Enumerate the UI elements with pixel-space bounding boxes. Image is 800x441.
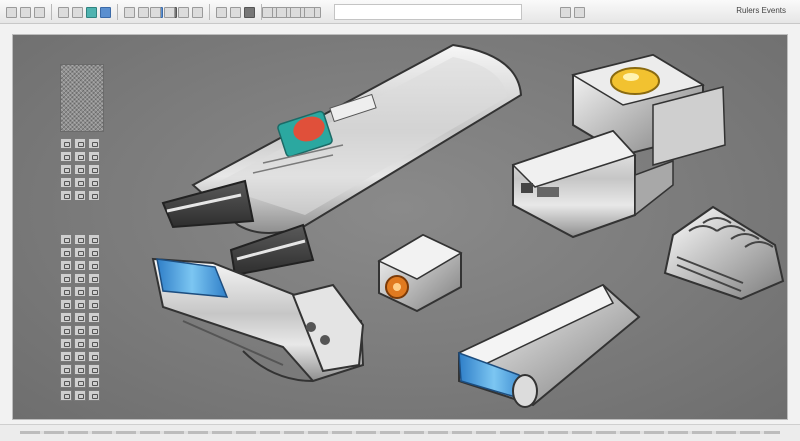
tool-icon[interactable] — [74, 273, 86, 284]
usb-flash-drive[interactable] — [161, 43, 523, 277]
copy-button[interactable] — [72, 7, 83, 18]
tool-icon[interactable] — [88, 390, 100, 401]
tool-icon[interactable] — [60, 234, 72, 245]
tool-icon[interactable] — [88, 364, 100, 375]
tool-icon[interactable] — [60, 138, 72, 149]
tool-icon[interactable] — [74, 247, 86, 258]
tool-icon[interactable] — [74, 151, 86, 162]
tool-icon[interactable] — [60, 247, 72, 258]
save-button[interactable] — [34, 7, 45, 18]
battery-module[interactable] — [457, 283, 641, 408]
tool-icon[interactable] — [88, 377, 100, 388]
ungroup-button[interactable] — [230, 7, 241, 18]
tool-icon[interactable] — [88, 286, 100, 297]
tool-icon[interactable] — [88, 299, 100, 310]
redo-button[interactable] — [138, 7, 149, 18]
toolbar-input-field[interactable] — [334, 4, 522, 20]
layer-button[interactable] — [100, 7, 111, 18]
tool-icon[interactable] — [88, 190, 100, 201]
measure-button[interactable] — [560, 7, 571, 18]
tool-icon[interactable] — [74, 364, 86, 375]
group-button[interactable] — [216, 7, 227, 18]
tool-icon[interactable] — [88, 325, 100, 336]
pattern-swatch-icon[interactable] — [60, 64, 104, 132]
tool-icon[interactable] — [60, 260, 72, 271]
tool-icon[interactable] — [74, 164, 86, 175]
lens-icon — [610, 67, 660, 95]
toolbar-group-extra — [560, 4, 585, 20]
tool-icon[interactable] — [74, 312, 86, 323]
toolbar-right-label: Rulers Events — [736, 6, 786, 15]
small-connector-block[interactable] — [377, 233, 463, 313]
tool-icon[interactable] — [60, 190, 72, 201]
camera-module[interactable] — [511, 53, 726, 239]
tool-icon[interactable] — [60, 312, 72, 323]
drawing-canvas[interactable] — [12, 34, 788, 420]
tool-icon[interactable] — [88, 151, 100, 162]
tool-icon[interactable] — [60, 151, 72, 162]
tool-icon[interactable] — [74, 190, 86, 201]
tool-icon[interactable] — [60, 273, 72, 284]
view-2d-button[interactable] — [262, 7, 273, 18]
align-center-button[interactable] — [164, 7, 175, 18]
canvas-artwork — [151, 43, 785, 408]
tool-icon[interactable] — [74, 260, 86, 271]
status-bar — [0, 424, 800, 441]
new-file-button[interactable] — [6, 7, 17, 18]
tool-icon[interactable] — [88, 234, 100, 245]
tool-icon[interactable] — [74, 390, 86, 401]
tool-icon[interactable] — [88, 338, 100, 349]
align-left-button[interactable] — [150, 7, 161, 18]
tool-grid-bottom — [60, 234, 100, 401]
tool-icon[interactable] — [60, 338, 72, 349]
tool-grid-top — [60, 138, 100, 201]
undo-button[interactable] — [124, 7, 135, 18]
cut-button[interactable] — [58, 7, 69, 18]
microchip-component[interactable] — [663, 205, 785, 301]
clip-connector[interactable] — [151, 257, 365, 383]
toolbar-separator — [117, 4, 118, 20]
app-toolbar: Rulers Events — [0, 0, 800, 24]
tool-icon[interactable] — [88, 351, 100, 362]
snap-button[interactable] — [574, 7, 585, 18]
toolbar-group-view — [262, 4, 315, 20]
port-icon — [521, 183, 533, 193]
tool-icon[interactable] — [60, 177, 72, 188]
tool-icon[interactable] — [88, 177, 100, 188]
view-3d-button[interactable] — [276, 7, 287, 18]
status-strip — [20, 431, 780, 434]
tool-icon[interactable] — [74, 325, 86, 336]
tool-icon[interactable] — [60, 377, 72, 388]
tool-icon[interactable] — [60, 390, 72, 401]
tool-icon[interactable] — [88, 164, 100, 175]
tool-icon[interactable] — [74, 138, 86, 149]
tool-icon[interactable] — [60, 351, 72, 362]
tool-icon[interactable] — [60, 364, 72, 375]
tool-icon[interactable] — [74, 177, 86, 188]
tool-icon[interactable] — [74, 377, 86, 388]
tool-icon[interactable] — [74, 338, 86, 349]
tool-icon[interactable] — [60, 286, 72, 297]
arrange-button[interactable] — [244, 7, 255, 18]
tool-icon[interactable] — [60, 164, 72, 175]
align-right-button[interactable] — [178, 7, 189, 18]
render-button[interactable] — [290, 7, 301, 18]
open-file-button[interactable] — [20, 7, 31, 18]
tool-icon[interactable] — [60, 299, 72, 310]
toolbar-separator — [51, 4, 52, 20]
tool-icon[interactable] — [60, 325, 72, 336]
tool-icon[interactable] — [88, 247, 100, 258]
tool-icon[interactable] — [88, 138, 100, 149]
toolbar-separator — [209, 4, 210, 20]
tool-icon[interactable] — [88, 260, 100, 271]
tool-icon[interactable] — [74, 299, 86, 310]
tool-icon[interactable] — [88, 273, 100, 284]
distribute-button[interactable] — [192, 7, 203, 18]
tool-icon[interactable] — [88, 312, 100, 323]
tool-icon[interactable] — [74, 351, 86, 362]
paste-button[interactable] — [86, 7, 97, 18]
settings-button[interactable] — [304, 7, 315, 18]
tool-icon[interactable] — [74, 286, 86, 297]
tool-icon[interactable] — [74, 234, 86, 245]
